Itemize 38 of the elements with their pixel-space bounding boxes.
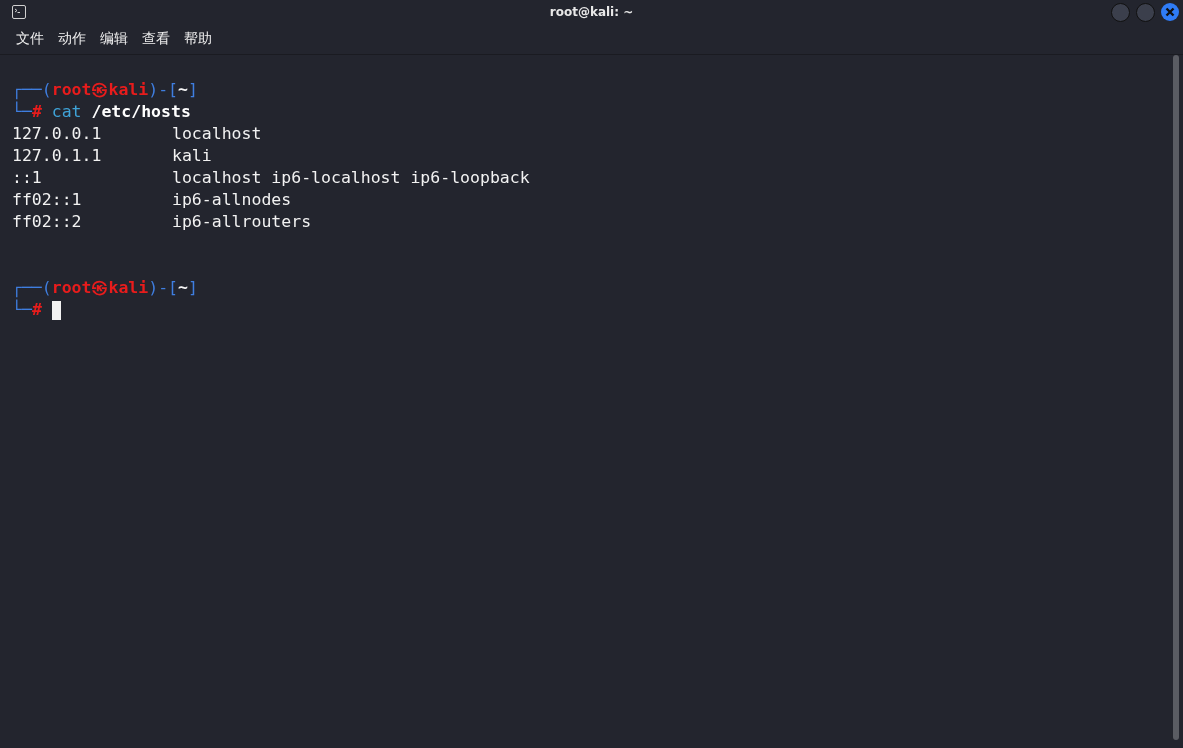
menu-item[interactable]: 帮助 xyxy=(184,30,212,48)
terminal-text: ip6-allrouters xyxy=(172,211,312,233)
terminal-text: ip6-allnodes xyxy=(172,189,292,211)
prompt-frame: ┌──( xyxy=(12,278,52,297)
prompt-path: ~ xyxy=(178,278,188,297)
prompt-frame: └─ xyxy=(12,102,32,121)
close-button[interactable] xyxy=(1161,3,1179,21)
prompt-path: ~ xyxy=(178,80,188,99)
menu-item[interactable]: 编辑 xyxy=(100,30,128,48)
menu-item[interactable]: 动作 xyxy=(58,30,86,48)
minimize-button[interactable] xyxy=(1111,2,1130,22)
prompt-frame: ] xyxy=(188,80,198,99)
prompt-user: root㉿kali xyxy=(51,278,149,297)
prompt-frame: ] xyxy=(188,278,198,297)
maximize-button[interactable] xyxy=(1136,2,1155,22)
command-argument: /etc/hosts xyxy=(90,102,191,121)
terminal-text: 127.0.0.1 xyxy=(12,123,103,145)
prompt-frame: ┌──( xyxy=(12,80,52,99)
terminal-text: ::1 xyxy=(12,167,43,189)
prompt-hash: # xyxy=(31,300,42,319)
text-cursor xyxy=(51,301,61,320)
terminal-text: 127.0.1.1 xyxy=(12,145,103,167)
terminal-text: kali xyxy=(172,145,212,167)
menu-item[interactable]: 查看 xyxy=(142,30,170,48)
prompt-frame: )-[ xyxy=(148,278,179,297)
terminal-text: ff02::1 xyxy=(12,189,83,211)
terminal-text: localhost ip6-localhost ip6-loopback xyxy=(172,167,530,189)
menu-item[interactable]: 文件 xyxy=(16,30,44,48)
prompt-frame: )-[ xyxy=(148,80,179,99)
scrollbar[interactable] xyxy=(1173,55,1179,740)
terminal-icon xyxy=(12,5,26,19)
window-title: root@kali: ~ xyxy=(549,5,634,19)
prompt-frame: └─ xyxy=(12,300,32,319)
terminal-text: localhost xyxy=(172,123,262,145)
prompt-hash: # xyxy=(31,102,42,121)
terminal-text: ff02::2 xyxy=(12,211,83,233)
command-text: cat xyxy=(50,102,82,121)
prompt-user: root㉿kali xyxy=(51,80,149,99)
